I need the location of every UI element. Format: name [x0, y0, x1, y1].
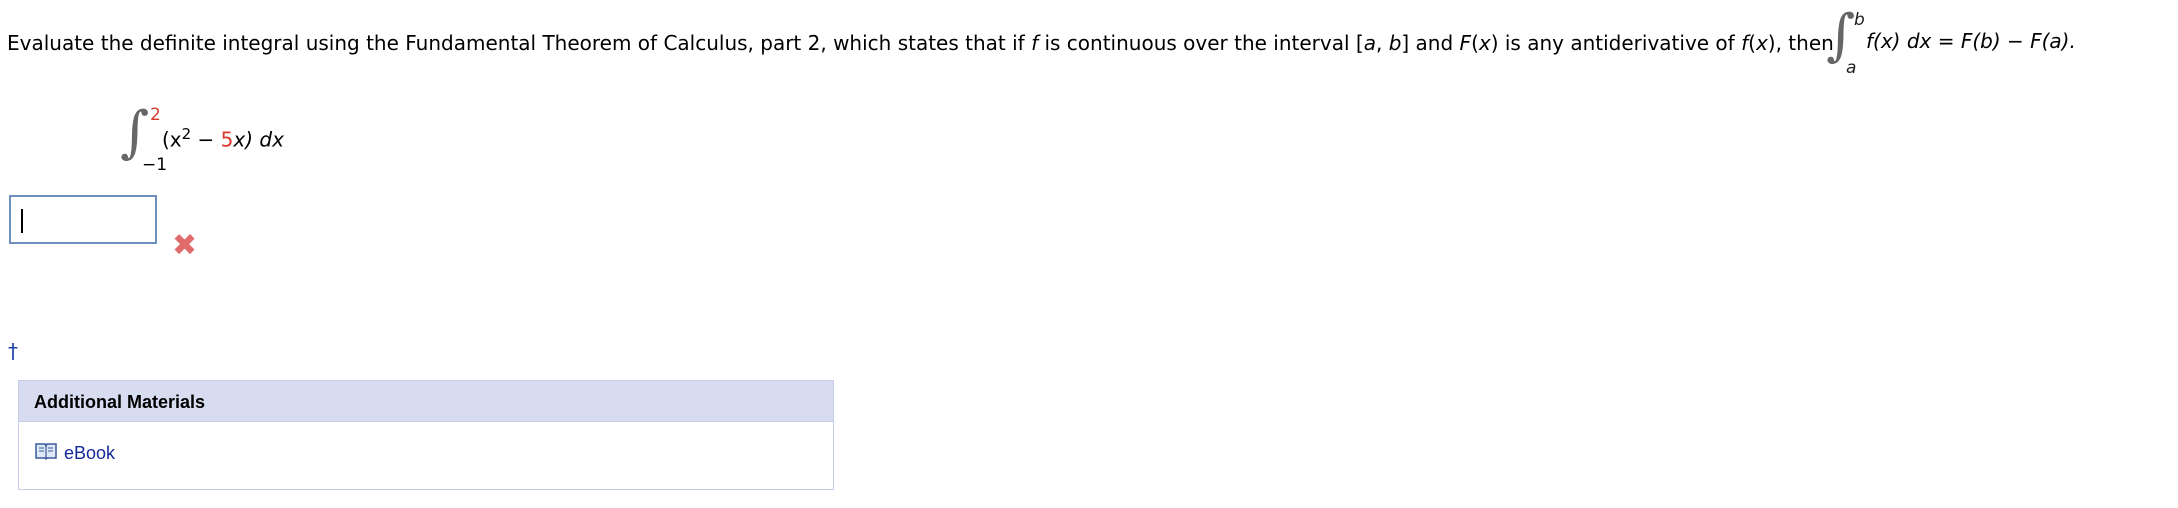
- integral-sign-icon: ∫: [1826, 3, 1856, 68]
- var-F: F: [1459, 31, 1472, 55]
- coefficient: 5: [220, 127, 234, 152]
- upper-limit: 2: [150, 105, 161, 125]
- integrand-suffix: x) dx: [233, 127, 284, 152]
- panel-title: Additional Materials: [19, 381, 833, 422]
- var-b: b: [1388, 31, 1402, 55]
- footnote-dagger[interactable]: †: [8, 339, 18, 363]
- prompt-text: ,: [1375, 31, 1389, 55]
- var-x: x: [1755, 31, 1768, 55]
- prompt-text: ] and: [1401, 31, 1460, 55]
- incorrect-x-icon: ✖: [172, 228, 198, 263]
- exponent: 2: [181, 125, 192, 143]
- prompt-text: (: [1748, 31, 1756, 55]
- theorem-upper-limit: b: [1854, 10, 1865, 30]
- integrand: (x2 − 5x) dx: [162, 125, 284, 152]
- prompt-text: (: [1471, 31, 1479, 55]
- var-x: x: [1478, 31, 1491, 55]
- integral-expression: ∫ 2 −1 (x2 − 5x) dx: [120, 103, 340, 178]
- prompt-text: is continuous over the interval [: [1038, 31, 1364, 55]
- question-prompt: Evaluate the definite integral using the…: [7, 29, 1834, 57]
- prompt-text: Evaluate the definite integral using the…: [7, 31, 1032, 55]
- additional-materials-panel: Additional Materials eBook: [18, 380, 834, 490]
- answer-input[interactable]: [9, 195, 157, 244]
- var-a: a: [1363, 31, 1376, 55]
- ebook-link[interactable]: eBook: [34, 441, 115, 465]
- theorem-integral: ∫ b a f(x) dx = F(b) − F(a).: [1826, 3, 2096, 80]
- book-icon: [34, 441, 58, 465]
- theorem-lower-limit: a: [1846, 58, 1857, 78]
- theorem-body: f(x) dx = F(b) − F(a).: [1866, 29, 2076, 53]
- prompt-text: ) is any antiderivative of: [1490, 31, 1742, 55]
- integrand-prefix: (x: [162, 127, 182, 152]
- integral-sign-icon: ∫: [120, 100, 150, 165]
- text-caret: [21, 209, 23, 233]
- ebook-label: eBook: [64, 442, 116, 463]
- lower-limit: −1: [142, 155, 168, 175]
- minus-sign: −: [191, 127, 221, 152]
- prompt-text: ), then: [1767, 31, 1834, 55]
